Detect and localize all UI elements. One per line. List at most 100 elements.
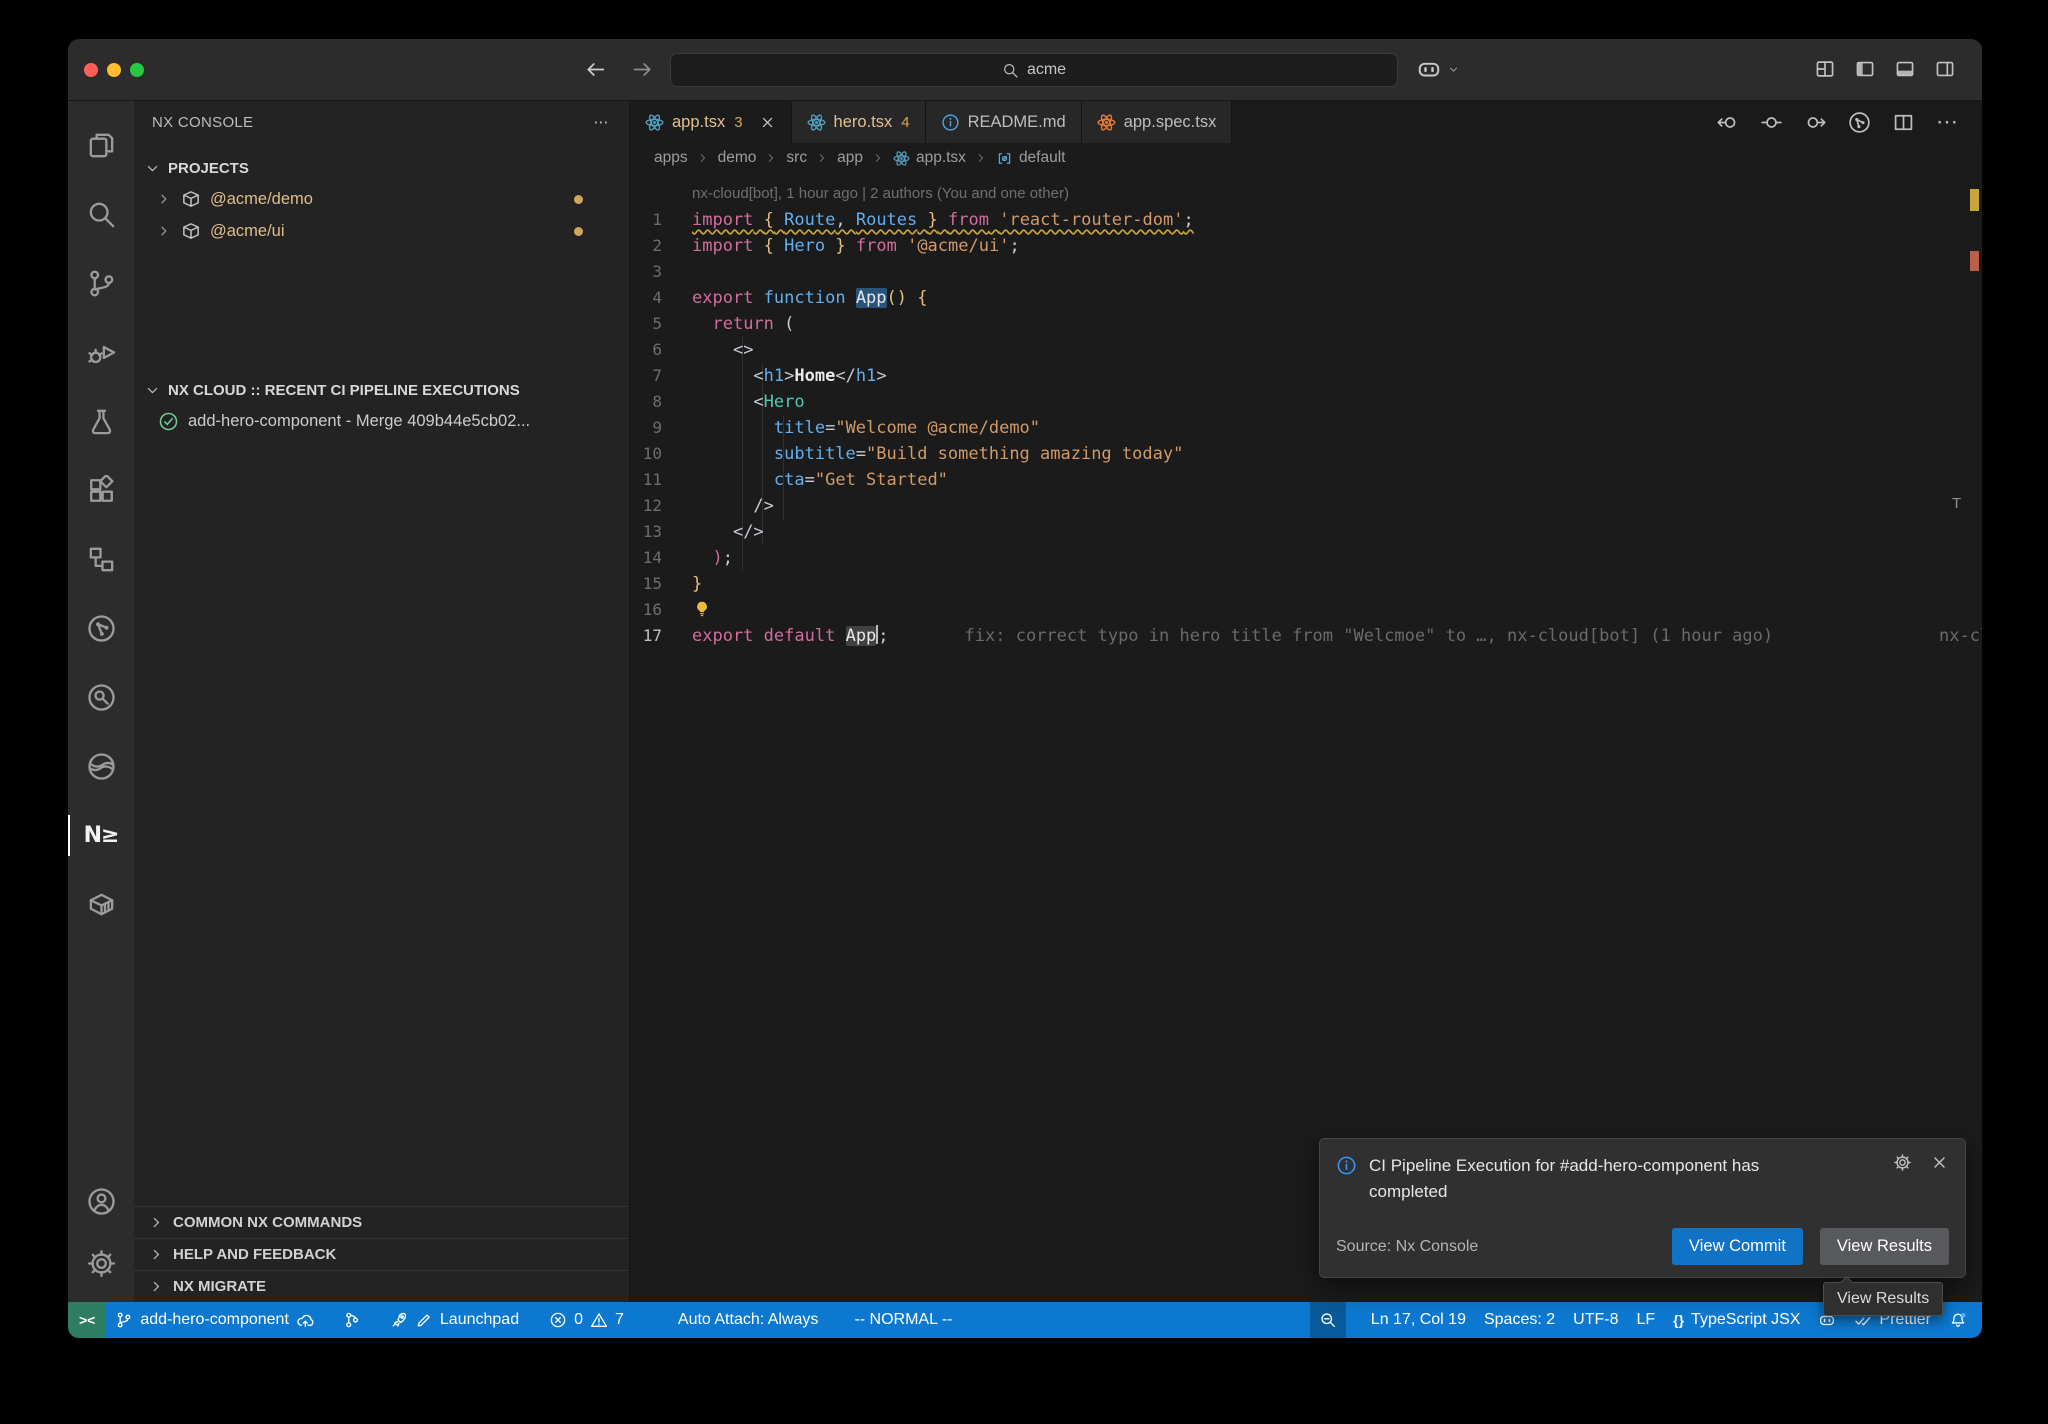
activity-gitlens-inspect[interactable] bbox=[68, 663, 134, 732]
notification-settings-gear-icon[interactable] bbox=[1893, 1153, 1912, 1172]
status-vim-mode[interactable]: -- NORMAL -- bbox=[845, 1302, 961, 1338]
activity-run-and-debug[interactable] bbox=[68, 318, 134, 387]
status-problems[interactable]: 07 bbox=[540, 1302, 633, 1338]
breadcrumb-apps[interactable]: apps bbox=[654, 149, 688, 167]
container-icon bbox=[86, 889, 117, 920]
project-item[interactable]: @acme/ui bbox=[134, 215, 629, 247]
grid-layout-icon[interactable] bbox=[1814, 58, 1836, 80]
status-zoom-out[interactable] bbox=[1310, 1302, 1346, 1338]
activity-explorer[interactable] bbox=[68, 111, 134, 180]
zoom-window-button[interactable] bbox=[130, 63, 144, 77]
status-source-control-graph[interactable] bbox=[333, 1302, 369, 1338]
section-help-and-feedback[interactable]: HELP AND FEEDBACK bbox=[134, 1238, 629, 1270]
activity-testing[interactable] bbox=[68, 387, 134, 456]
nav-forward-icon[interactable] bbox=[1804, 111, 1827, 134]
status-eol[interactable]: LF bbox=[1627, 1302, 1664, 1338]
more-actions-icon[interactable]: ⋯ bbox=[1936, 117, 1958, 127]
react-icon bbox=[893, 150, 910, 167]
chevron-right-small-icon bbox=[974, 151, 988, 165]
gear-icon bbox=[86, 1248, 117, 1279]
more-actions-icon[interactable]: ⋯ bbox=[591, 112, 611, 132]
activity-nx-console[interactable]: N≥ bbox=[68, 801, 134, 870]
chevron-right-small-icon bbox=[764, 151, 778, 165]
tab-app.spec.tsx[interactable]: app.spec.tsx bbox=[1082, 101, 1233, 143]
split-editor-icon[interactable] bbox=[1892, 111, 1915, 134]
chevron-right-small-icon bbox=[156, 223, 172, 239]
status-remote-indicator[interactable]: >< bbox=[68, 1302, 106, 1338]
chevron-right-small-icon bbox=[148, 1278, 165, 1295]
notification-close-icon[interactable] bbox=[1930, 1153, 1949, 1172]
panel-left-icon[interactable] bbox=[1854, 58, 1876, 80]
activity-source-control[interactable] bbox=[68, 249, 134, 318]
go-back-button[interactable] bbox=[584, 58, 607, 81]
go-forward-button[interactable] bbox=[631, 58, 654, 81]
package-icon bbox=[181, 189, 201, 209]
activity-settings[interactable] bbox=[68, 1232, 134, 1294]
projects-section: PROJECTS @acme/demo@acme/ui bbox=[134, 153, 629, 247]
section-nx-migrate[interactable]: NX MIGRATE bbox=[134, 1270, 629, 1302]
nav-back-icon[interactable] bbox=[1716, 111, 1739, 134]
activity-containers[interactable] bbox=[68, 870, 134, 939]
status-indentation[interactable]: Spaces: 2 bbox=[1475, 1302, 1564, 1338]
ci-pipeline-execution-item[interactable]: add-hero-component - Merge 409b44e5cb02.… bbox=[134, 405, 629, 437]
minimize-window-button[interactable] bbox=[107, 63, 121, 77]
status-auto-attach[interactable]: Auto Attach: Always bbox=[669, 1302, 828, 1338]
vscode-window: acme N≥ NX CONSOLE ⋯ PROJECTS @acme/demo… bbox=[68, 39, 1982, 1338]
lightbulb-icon[interactable] bbox=[692, 599, 712, 619]
breadcrumb-src[interactable]: src bbox=[786, 149, 807, 167]
breadcrumb-app[interactable]: app bbox=[837, 149, 863, 167]
tab-app.tsx[interactable]: app.tsx3 bbox=[630, 101, 792, 143]
run-target-icon[interactable] bbox=[1848, 111, 1871, 134]
search-icon bbox=[1002, 62, 1019, 79]
section-common-nx-commands[interactable]: COMMON NX COMMANDS bbox=[134, 1206, 629, 1238]
react-icon bbox=[1097, 113, 1116, 132]
swirl-icon bbox=[86, 751, 117, 782]
breadcrumb-app.tsx[interactable]: app.tsx bbox=[893, 149, 966, 167]
editor-group: app.tsx3hero.tsx4README.mdapp.spec.tsx ⋯… bbox=[630, 101, 1982, 1302]
activity-accounts[interactable] bbox=[68, 1170, 134, 1232]
status-git-branch[interactable]: add-hero-component bbox=[106, 1302, 323, 1338]
error-circle-icon bbox=[549, 1311, 567, 1329]
projects-section-header[interactable]: PROJECTS bbox=[134, 153, 629, 183]
close-tab-icon[interactable] bbox=[759, 114, 776, 131]
breadcrumb-demo[interactable]: demo bbox=[718, 149, 757, 167]
nx-cloud-section-label: NX CLOUD :: RECENT CI PIPELINE EXECUTION… bbox=[168, 382, 520, 399]
title-bar: acme bbox=[68, 39, 1982, 101]
nav-location-icon[interactable] bbox=[1760, 111, 1783, 134]
react-icon bbox=[645, 113, 664, 132]
activity-project-hierarchy[interactable] bbox=[68, 525, 134, 594]
status-notifications-bell[interactable] bbox=[1940, 1302, 1976, 1338]
view-results-button[interactable]: View Results bbox=[1820, 1228, 1949, 1265]
status-cursor-position[interactable]: Ln 17, Col 19 bbox=[1362, 1302, 1475, 1338]
activity-search[interactable] bbox=[68, 180, 134, 249]
close-window-button[interactable] bbox=[84, 63, 98, 77]
notification-source: Source: Nx Console bbox=[1336, 1238, 1478, 1256]
nx-cloud-section-header[interactable]: NX CLOUD :: RECENT CI PIPELINE EXECUTION… bbox=[134, 375, 629, 405]
search-value: acme bbox=[1027, 61, 1066, 79]
source-control-icon bbox=[86, 268, 117, 299]
copilot-menu[interactable] bbox=[1416, 56, 1460, 82]
chevron-down-icon bbox=[144, 382, 161, 399]
project-item[interactable]: @acme/demo bbox=[134, 183, 629, 215]
git-graph-icon bbox=[342, 1311, 360, 1329]
window-controls bbox=[84, 63, 144, 77]
circle-share-icon bbox=[86, 613, 117, 644]
status-bar: ><add-hero-component Launchpad 07 Auto Atta… bbox=[68, 1302, 1982, 1338]
activity-gitlens[interactable] bbox=[68, 594, 134, 663]
status-encoding[interactable]: UTF-8 bbox=[1564, 1302, 1627, 1338]
panel-bottom-icon[interactable] bbox=[1894, 58, 1916, 80]
command-center-search[interactable]: acme bbox=[670, 53, 1398, 87]
minimap-artifact: T bbox=[1952, 495, 1961, 512]
status-language-mode[interactable]: {}TypeScript JSX bbox=[1664, 1302, 1809, 1338]
tab-README.md[interactable]: README.md bbox=[926, 101, 1082, 143]
status-gitlens-launchpad[interactable]: Launchpad bbox=[381, 1302, 528, 1338]
breadcrumb-default[interactable]: default bbox=[996, 149, 1066, 167]
activity-browser-tools[interactable] bbox=[68, 732, 134, 801]
chevron-right-small-icon bbox=[815, 151, 829, 165]
view-commit-button[interactable]: View Commit bbox=[1672, 1228, 1803, 1265]
panel-right-icon[interactable] bbox=[1934, 58, 1956, 80]
code-line-9: 9 title="Welcome @acme/demo" bbox=[630, 415, 1982, 441]
code-editor[interactable]: nx-cloud[bot], 1 hour ago | 2 authors (Y… bbox=[630, 173, 1982, 1302]
activity-extensions[interactable] bbox=[68, 456, 134, 525]
tab-hero.tsx[interactable]: hero.tsx4 bbox=[792, 101, 926, 143]
